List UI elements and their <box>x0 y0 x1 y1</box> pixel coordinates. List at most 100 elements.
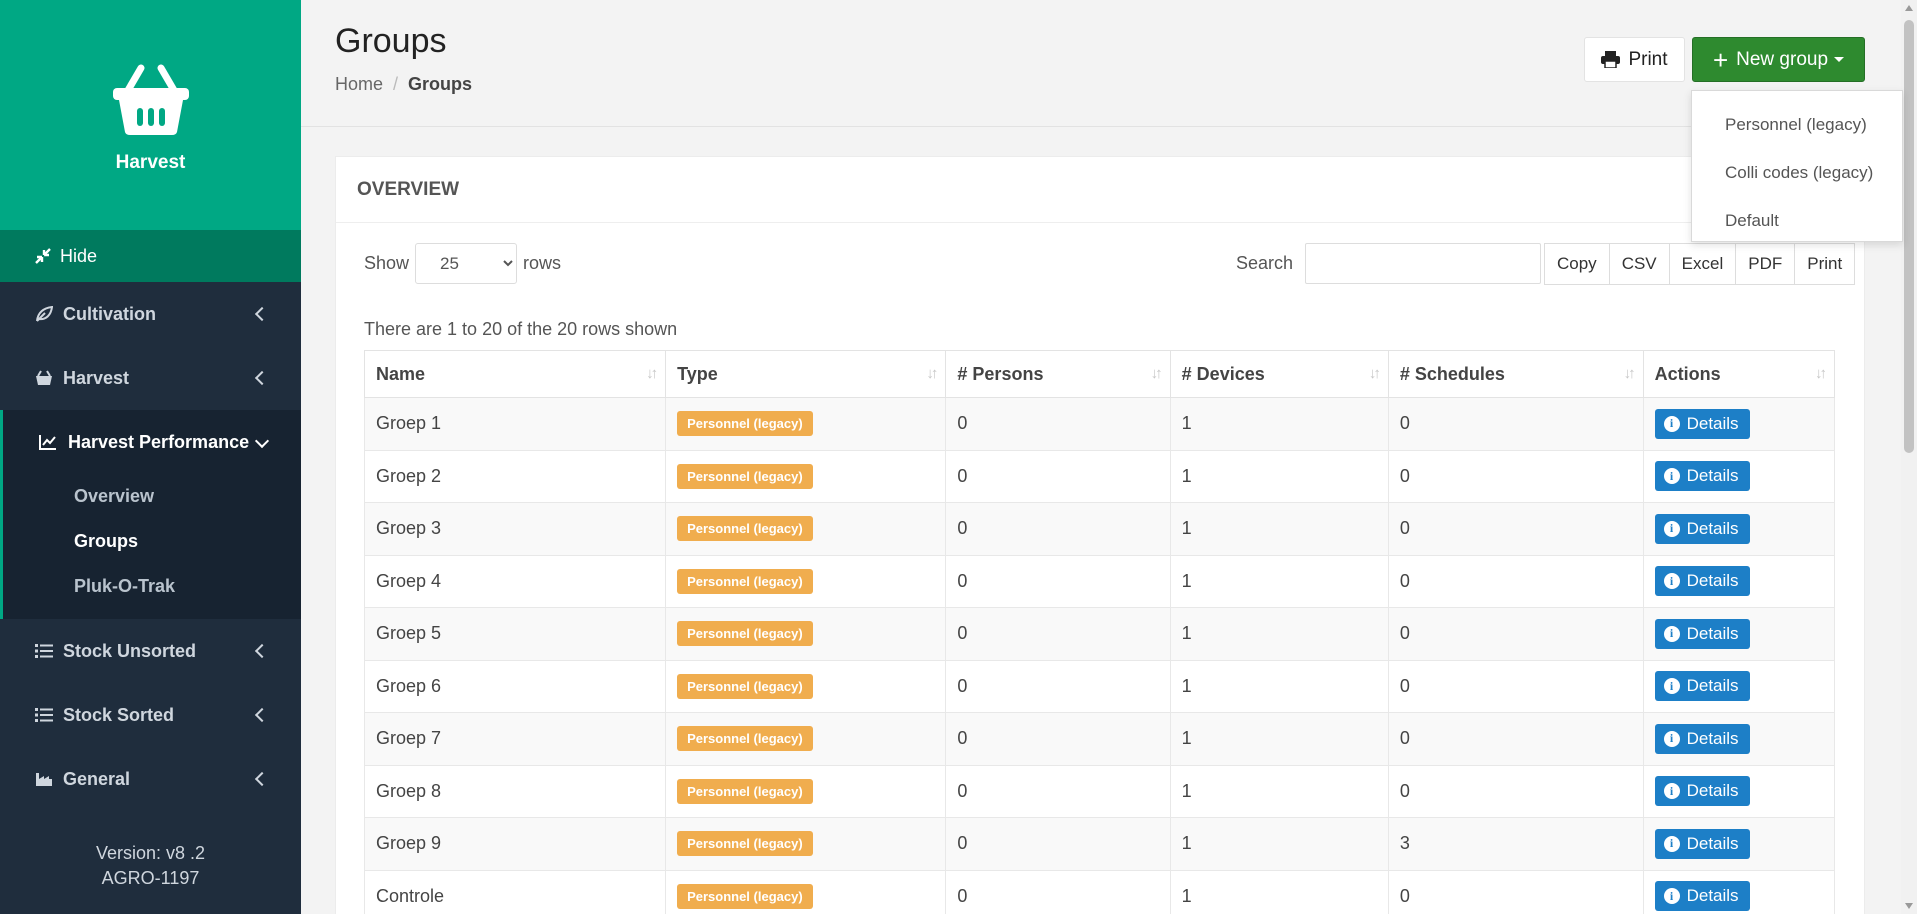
nav-item-stock-sorted[interactable]: Stock Sorted <box>0 683 301 747</box>
cell-type: Personnel (legacy) <box>665 502 947 556</box>
cell-devices: 1 <box>1169 449 1389 503</box>
cell-name: Groep 2 <box>363 449 667 503</box>
csv-button[interactable]: CSV <box>1608 243 1670 285</box>
column-header-persons[interactable]: # Persons ↓↑ <box>945 350 1171 398</box>
chevron-left-icon <box>254 370 270 386</box>
details-button[interactable]: i Details <box>1654 828 1750 859</box>
scrollbar-thumb[interactable] <box>1904 20 1914 453</box>
cell-persons: 0 <box>945 869 1171 914</box>
cell-type: Personnel (legacy) <box>665 764 947 818</box>
breadcrumb-separator: / <box>393 74 399 94</box>
compress-icon <box>35 248 51 264</box>
sort-icon: ↓↑ <box>1150 365 1163 382</box>
nav-label: Stock Unsorted <box>63 640 197 661</box>
table-row: Groep 1 Personnel (legacy) 0 1 0 i Details <box>363 397 1836 451</box>
excel-button[interactable]: Excel <box>1668 243 1737 285</box>
show-label: Show <box>364 253 410 273</box>
nav-item-cultivation[interactable]: Cultivation <box>0 282 301 346</box>
cell-devices: 1 <box>1169 554 1389 608</box>
dropdown-option-default[interactable]: Default <box>1692 197 1902 245</box>
table-row: Groep 2 Personnel (legacy) 0 1 0 i Details <box>363 449 1836 503</box>
cell-name: Groep 5 <box>363 607 667 661</box>
hide-sidebar-button[interactable]: Hide <box>0 230 301 282</box>
cell-actions: i Details <box>1642 607 1836 661</box>
cell-schedules: 0 <box>1387 869 1644 914</box>
new-group-button[interactable]: + New group <box>1692 37 1865 82</box>
cell-persons: 0 <box>945 397 1171 451</box>
column-header-name[interactable]: Name ↓↑ <box>363 350 667 398</box>
details-button[interactable]: i Details <box>1654 566 1750 597</box>
dropdown-option-colli-codes-legacy[interactable]: Colli codes (legacy) <box>1692 149 1902 197</box>
cell-type: Personnel (legacy) <box>665 712 947 766</box>
column-header-type[interactable]: Type ↓↑ <box>665 350 947 398</box>
nav-label: Harvest <box>63 367 130 388</box>
column-label: # Schedules <box>1399 363 1505 384</box>
cell-devices: 1 <box>1169 817 1389 871</box>
column-label: Type <box>677 363 718 384</box>
details-label: Details <box>1686 728 1739 748</box>
copy-button[interactable]: Copy <box>1544 243 1610 285</box>
print-export-button[interactable]: Print <box>1794 243 1856 285</box>
pdf-button[interactable]: PDF <box>1735 243 1796 285</box>
cell-schedules: 0 <box>1387 502 1644 556</box>
cell-schedules: 0 <box>1387 607 1644 661</box>
version-info: Version: v8 .2 AGRO-1197 <box>0 841 301 891</box>
table-row: Groep 3 Personnel (legacy) 0 1 0 i Details <box>363 502 1836 556</box>
info-icon: i <box>1663 678 1680 695</box>
info-icon: i <box>1663 625 1680 642</box>
submenu-item-overview[interactable]: Overview <box>3 474 301 519</box>
column-header-devices[interactable]: # Devices ↓↑ <box>1169 350 1389 398</box>
info-icon: i <box>1663 730 1680 747</box>
cell-devices: 1 <box>1169 607 1389 661</box>
page-size-control: Show 25 rows <box>364 243 561 284</box>
vertical-scrollbar[interactable] <box>1901 0 1917 914</box>
scroll-down-arrow-icon[interactable] <box>1905 903 1913 909</box>
cell-schedules: 0 <box>1387 659 1644 713</box>
column-label: Name <box>376 363 426 384</box>
type-badge: Personnel (legacy) <box>677 516 813 542</box>
nav-item-stock-unsorted[interactable]: Stock Unsorted <box>0 619 301 683</box>
table-header-row: Name ↓↑ Type ↓↑ # Persons ↓↑ # Devices ↓↑ # … <box>363 350 1836 398</box>
type-badge: Personnel (legacy) <box>677 568 813 594</box>
details-button[interactable]: i Details <box>1654 461 1750 492</box>
info-icon: i <box>1663 415 1680 432</box>
search-control: Search <box>1236 243 1542 284</box>
details-button[interactable]: i Details <box>1654 408 1750 439</box>
sidebar: Harvest Hide Cultivation Harvest Harvest… <box>0 0 301 914</box>
cell-type: Personnel (legacy) <box>665 397 947 451</box>
details-button[interactable]: i Details <box>1654 671 1750 702</box>
brand-name: Harvest <box>115 152 186 173</box>
cell-actions: i Details <box>1642 502 1836 556</box>
details-button[interactable]: i Details <box>1654 513 1750 544</box>
submenu-item-groups[interactable]: Groups <box>3 519 301 564</box>
cell-persons: 0 <box>945 659 1171 713</box>
dropdown-option-personnel-legacy[interactable]: Personnel (legacy) <box>1692 101 1902 149</box>
details-button[interactable]: i Details <box>1654 618 1750 649</box>
search-input[interactable] <box>1305 243 1542 284</box>
breadcrumb-home[interactable]: Home <box>335 74 383 94</box>
nav-item-harvest-performance[interactable]: Harvest Performance <box>3 410 301 474</box>
print-button[interactable]: Print <box>1584 37 1685 82</box>
details-label: Details <box>1686 518 1739 538</box>
page-size-select[interactable]: 25 <box>415 243 518 284</box>
type-badge: Personnel (legacy) <box>677 411 813 437</box>
nav-item-general[interactable]: General <box>0 747 301 811</box>
nav-item-harvest[interactable]: Harvest <box>0 346 301 410</box>
cell-type: Personnel (legacy) <box>665 659 947 713</box>
column-header-schedules[interactable]: # Schedules ↓↑ <box>1387 350 1644 398</box>
cell-schedules: 0 <box>1387 712 1644 766</box>
table-row: Groep 7 Personnel (legacy) 0 1 0 i Details <box>363 712 1836 766</box>
details-button[interactable]: i Details <box>1654 776 1750 807</box>
details-button[interactable]: i Details <box>1654 881 1750 912</box>
type-badge: Personnel (legacy) <box>677 673 813 699</box>
submenu-item-pluk-o-trak[interactable]: Pluk-O-Trak <box>3 564 301 609</box>
industry-icon <box>34 770 54 788</box>
details-button[interactable]: i Details <box>1654 723 1750 754</box>
cell-actions: i Details <box>1642 869 1836 914</box>
sort-icon: ↓↑ <box>1368 365 1381 382</box>
details-label: Details <box>1686 623 1739 643</box>
column-header-actions[interactable]: Actions ↓↑ <box>1642 350 1836 398</box>
scroll-up-arrow-icon[interactable] <box>1905 5 1913 11</box>
column-label: # Persons <box>957 363 1044 384</box>
rows-label: rows <box>523 253 562 273</box>
